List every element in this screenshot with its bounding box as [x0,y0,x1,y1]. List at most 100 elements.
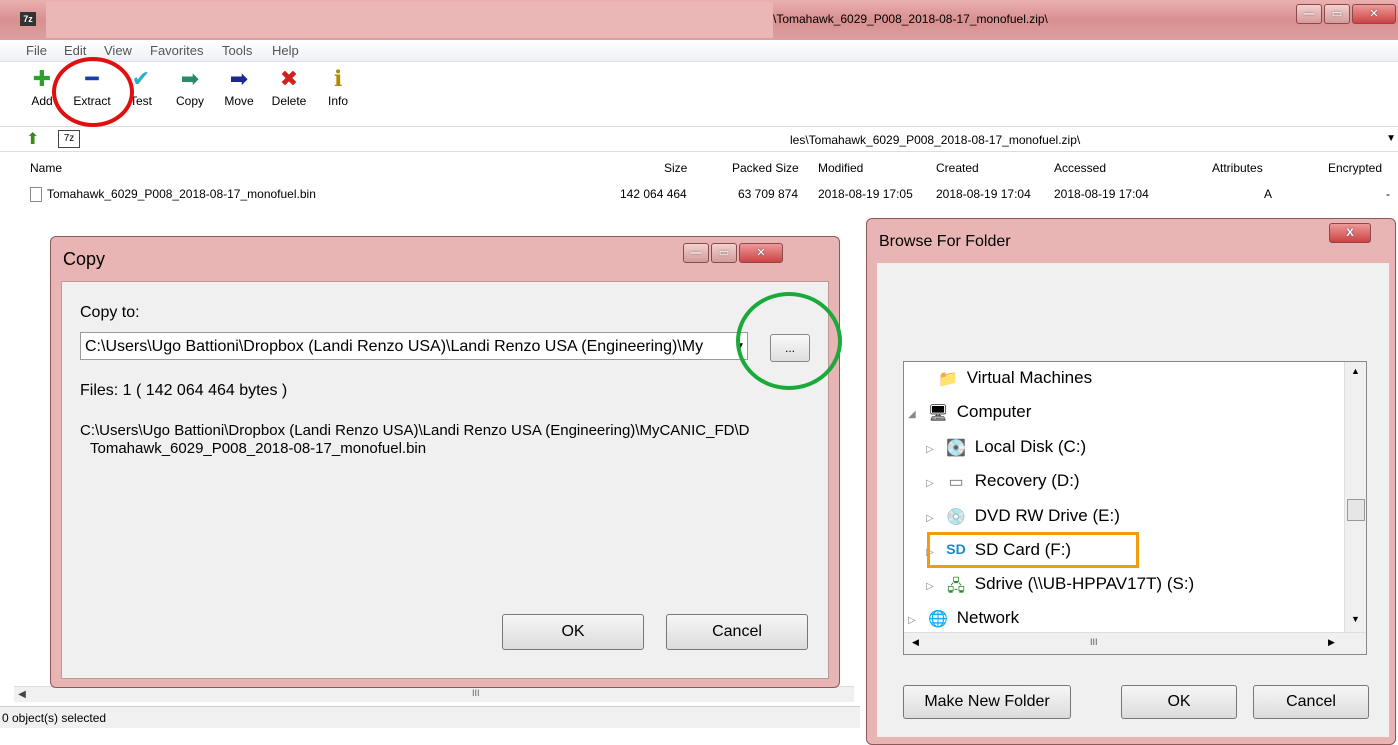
destination-path-combo[interactable]: C:\Users\Ugo Battioni\Dropbox (Landi Ren… [80,332,748,360]
file-packed-size: 63 709 874 [738,187,799,201]
col-modified[interactable]: Modified [818,161,863,175]
expand-icon[interactable]: ▷ [926,478,942,489]
up-folder-icon[interactable]: ⬆ [26,129,39,149]
title-bar: 7z \Tomahawk_6029_P008_2018-08-17_monofu… [0,0,1398,40]
local-disk-icon: 💽 [946,439,966,457]
file-size: 142 064 464 [620,187,687,201]
add-button[interactable]: ✚ Add [28,64,56,108]
tree-item-dvd-drive[interactable]: ▷ 💿 DVD RW Drive (E:) [926,506,1120,527]
cancel-button[interactable]: Cancel [666,614,808,650]
scroll-grip[interactable]: III [472,688,480,698]
file-icon [30,187,42,202]
maximize-button[interactable]: ▭ [1324,4,1350,24]
window-title: \Tomahawk_6029_P008_2018-08-17_monofuel.… [773,12,1048,26]
computer-icon: 🖥 [927,404,949,422]
col-size[interactable]: Size [664,161,687,175]
minimize-button[interactable]: — [1296,4,1322,24]
title-redaction [46,2,773,38]
drive-icon: ▭ [948,473,964,491]
table-row[interactable]: Tomahawk_6029_P008_2018-08-17_monofuel.b… [0,185,1398,205]
ok-button[interactable]: OK [1121,685,1237,719]
browse-button[interactable]: ... [770,334,810,362]
menu-file[interactable]: File [26,43,47,58]
menu-view[interactable]: View [104,43,132,58]
ok-button[interactable]: OK [502,614,644,650]
minus-icon: ━ [85,66,99,91]
delete-icon: ✖ [279,66,299,91]
maximize-button[interactable]: ▭ [711,243,737,263]
close-button[interactable]: ✕ [739,243,783,263]
menu-tools[interactable]: Tools [222,43,252,58]
address-bar[interactable]: ⬆ 7z les\Tomahawk_6029_P008_2018-08-17_m… [0,126,1398,152]
destination-line: C:\Users\Ugo Battioni\Dropbox (Landi Ren… [80,422,750,439]
scroll-grip[interactable]: III [1090,637,1098,647]
col-encrypted[interactable]: Encrypted [1328,161,1382,175]
vertical-scrollbar[interactable]: ▲ ▼ [1344,362,1366,632]
network-drive-icon: 🖧 [947,577,965,595]
check-icon: ✔ [131,66,151,91]
test-button[interactable]: ✔ Test [126,64,156,108]
folder-tree[interactable]: 📁 Virtual Machines ◢ 🖥 Computer ▷ 💽 Local … [903,361,1367,655]
tree-item-recovery[interactable]: ▷ ▭ Recovery (D:) [926,471,1080,492]
scroll-up-icon[interactable]: ▲ [1351,366,1360,376]
copy-arrow-icon: ➡ [180,66,200,91]
chevron-down-icon[interactable]: ▼ [1386,133,1396,144]
status-text: 0 object(s) selected [2,711,107,725]
expand-icon[interactable]: ▷ [926,513,942,524]
copy-button[interactable]: ➡ Copy [172,64,208,108]
chevron-down-icon[interactable]: ▼ [735,341,745,352]
scroll-right-icon[interactable]: ▶ [1328,637,1335,648]
minimize-button[interactable]: — [683,243,709,263]
tree-item-network[interactable]: ▷ 🌐 Network [908,608,1019,629]
cancel-button[interactable]: Cancel [1253,685,1369,719]
file-attributes: A [1264,187,1273,201]
file-modified: 2018-08-19 17:05 [818,187,913,201]
scroll-left-icon[interactable]: ◀ [912,637,919,648]
title-redaction [131,241,651,271]
col-attributes[interactable]: Attributes [1212,161,1263,175]
menu-edit[interactable]: Edit [64,43,86,58]
menu-favorites[interactable]: Favorites [150,43,203,58]
col-packed-size[interactable]: Packed Size [732,161,799,175]
menu-help[interactable]: Help [272,43,299,58]
file-name: Tomahawk_6029_P008_2018-08-17_monofuel.b… [47,187,316,201]
toolbar: ✚ Add ━ Extract ✔ Test ➡ Copy ➡ Move ✖ D… [0,62,1398,122]
col-created[interactable]: Created [936,161,979,175]
tree-item-computer[interactable]: ◢ 🖥 Computer [908,402,1031,423]
address-path[interactable]: les\Tomahawk_6029_P008_2018-08-17_monofu… [790,133,1080,147]
copy-window-controls: — ▭ ✕ [683,243,783,263]
scroll-thumb[interactable] [1347,499,1365,521]
dvd-drive-icon: 💿 [946,508,966,526]
expanded-icon[interactable]: ◢ [908,409,924,420]
expand-icon[interactable]: ▷ [926,444,942,455]
close-button[interactable]: ✕ [1352,4,1396,24]
extract-button[interactable]: ━ Extract [68,64,116,108]
info-button[interactable]: ℹ Info [322,64,354,108]
copy-to-label: Copy to: [80,304,140,321]
expand-icon[interactable]: ▷ [908,615,924,626]
move-arrow-icon: ➡ [229,66,249,91]
copy-dialog: Copy — ▭ ✕ Copy to: C:\Users\Ugo Battion… [50,236,840,688]
network-icon: 🌐 [928,610,948,628]
browse-dialog-title: Browse For Folder [879,233,1011,250]
horizontal-scrollbar[interactable]: ◀ III [14,686,854,702]
folder-icon: 📁 [938,370,958,388]
file-created: 2018-08-19 17:04 [936,187,1031,201]
tree-item-sdrive[interactable]: ▷ 🖧 Sdrive (\\UB-HPPAV17T) (S:) [926,574,1194,595]
tree-item-virtual-machines[interactable]: 📁 Virtual Machines [934,368,1092,389]
delete-button[interactable]: ✖ Delete [268,64,310,108]
scroll-left-icon[interactable]: ◀ [14,687,30,703]
move-button[interactable]: ➡ Move [220,64,258,108]
col-name[interactable]: Name [30,161,62,175]
window-controls: — ▭ ✕ [1296,4,1396,24]
expand-icon[interactable]: ▷ [926,581,942,592]
destination-path-value[interactable]: C:\Users\Ugo Battioni\Dropbox (Landi Ren… [85,338,725,356]
file-encrypted: - [1386,187,1390,201]
col-accessed[interactable]: Accessed [1054,161,1106,175]
scroll-down-icon[interactable]: ▼ [1351,614,1360,624]
tree-item-local-disk[interactable]: ▷ 💽 Local Disk (C:) [926,437,1086,458]
tree-horizontal-scrollbar[interactable]: ◀ III ▶ [904,632,1366,654]
orange-highlight-box [927,532,1139,568]
close-button[interactable]: X [1329,223,1371,243]
make-new-folder-button[interactable]: Make New Folder [903,685,1071,719]
